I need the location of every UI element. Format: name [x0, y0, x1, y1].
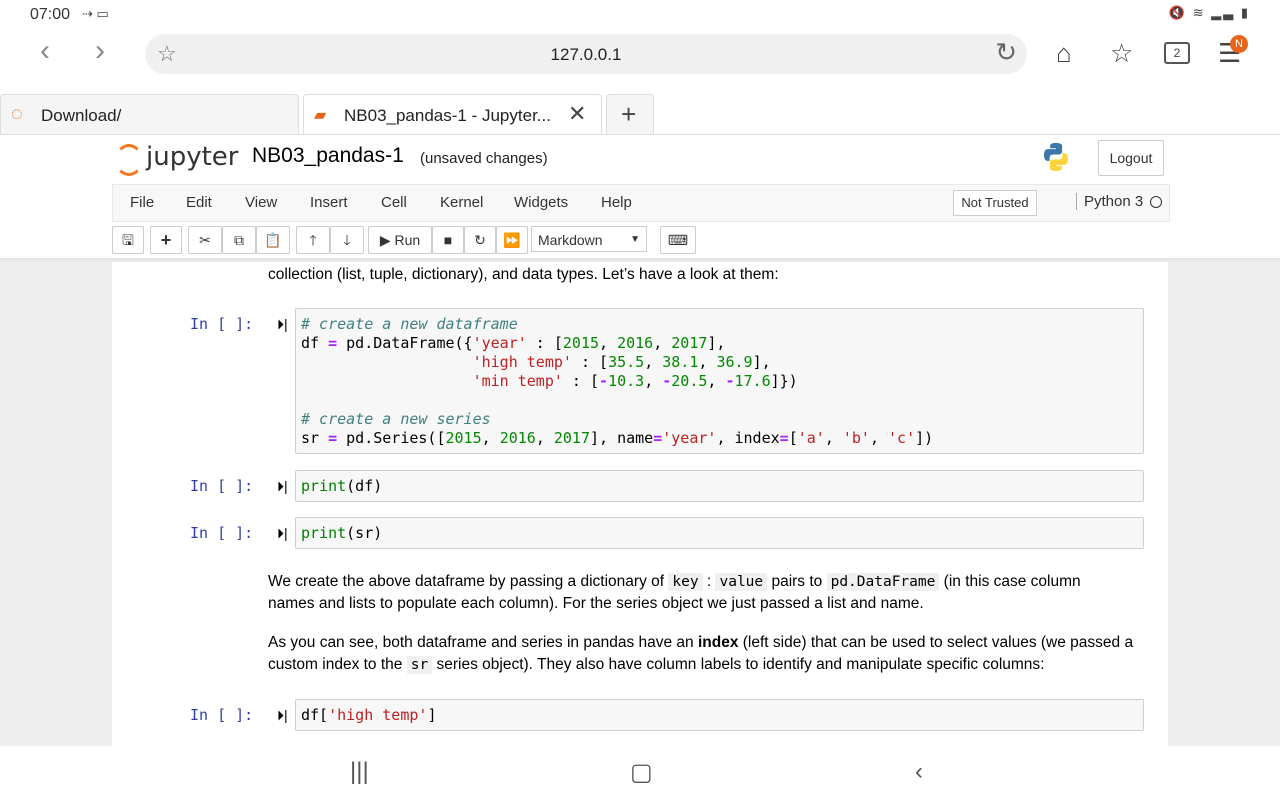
- jupyter-logo-text[interactable]: jupyter: [146, 142, 238, 172]
- menu-file[interactable]: File: [130, 194, 154, 211]
- home-icon[interactable]: ⌂: [1056, 38, 1072, 69]
- status-system-icons: 🔇 ≋ ▂▃ ▮: [1168, 5, 1250, 20]
- status-time: 07:00: [30, 6, 71, 23]
- move-up-icon[interactable]: 🡑: [296, 226, 330, 254]
- inline-code: sr: [406, 656, 433, 674]
- menu-widgets[interactable]: Widgets: [514, 194, 568, 211]
- run-cell-icon[interactable]: ⏵|: [277, 525, 288, 542]
- code-cell-print-sr[interactable]: print(sr): [295, 517, 1144, 549]
- python-logo-icon: [1044, 143, 1068, 171]
- dropdown-arrow-icon: ▼: [630, 234, 640, 245]
- tab-download[interactable]: ◌ Download/: [0, 94, 299, 135]
- cell-prompt: In [ ]:: [190, 477, 254, 495]
- restart-icon[interactable]: ↻: [464, 226, 496, 254]
- trust-button[interactable]: Not Trusted: [953, 190, 1037, 216]
- forward-icon[interactable]: ›: [95, 34, 105, 68]
- logout-button[interactable]: Logout: [1098, 140, 1164, 176]
- url-text[interactable]: 127.0.0.1: [145, 45, 1027, 65]
- kernel-idle-icon: [1150, 196, 1162, 208]
- tab-download-label: Download/: [41, 106, 122, 125]
- jupyter-logo-icon[interactable]: [115, 144, 143, 176]
- run-cell-icon[interactable]: ⏵|: [277, 707, 288, 724]
- markdown-dataframe-explanation[interactable]: We create the above dataframe by passing…: [268, 571, 1128, 615]
- cell-type-select[interactable]: Markdown ▼: [531, 226, 647, 252]
- run-label: Run: [394, 232, 421, 248]
- copy-icon[interactable]: ⧉: [222, 226, 256, 254]
- bookmarks-icon[interactable]: ☆: [1110, 38, 1133, 69]
- status-notification-icons: ⇢ ▭: [82, 6, 109, 21]
- menu-cell[interactable]: Cell: [381, 194, 407, 211]
- menu-kernel[interactable]: Kernel: [440, 194, 483, 211]
- cut-icon[interactable]: ✂: [188, 226, 222, 254]
- menu-insert[interactable]: Insert: [310, 194, 348, 211]
- code-text: print(sr): [301, 524, 383, 542]
- menu-help[interactable]: Help: [601, 194, 632, 211]
- code-cell-high-temp[interactable]: df['high temp']: [295, 699, 1144, 731]
- kernel-name[interactable]: Python 3: [1076, 193, 1143, 210]
- address-bar[interactable]: ☆ 127.0.0.1 ↻: [145, 34, 1027, 74]
- code-cell-print-df[interactable]: print(df): [295, 470, 1144, 502]
- loading-icon: ◌: [11, 103, 23, 125]
- new-tab-button[interactable]: +: [606, 94, 654, 135]
- md-text: series object). They also have column la…: [432, 656, 1045, 673]
- md-text: As you can see, both dataframe and serie…: [268, 634, 698, 651]
- run-button[interactable]: ▶ Run: [368, 226, 432, 254]
- recent-apps-icon[interactable]: |||: [350, 758, 369, 786]
- markdown-index-explanation[interactable]: As you can see, both dataframe and serie…: [268, 632, 1138, 676]
- save-icon[interactable]: 🖫: [112, 226, 144, 254]
- restart-run-all-icon[interactable]: ⏩: [496, 226, 528, 254]
- tab-notebook-label: NB03_pandas-1 - Jupyter...: [344, 106, 551, 125]
- insert-cell-icon[interactable]: +: [150, 226, 182, 254]
- back-icon[interactable]: ‹: [40, 34, 50, 68]
- cell-prompt: In [ ]:: [190, 524, 254, 542]
- markdown-intro[interactable]: collection (list, tuple, dictionary), an…: [268, 264, 779, 286]
- code-comment: # create a new dataframe: [301, 315, 518, 333]
- code-cell-dataframe[interactable]: # create a new dataframe df = pd.DataFra…: [295, 308, 1144, 454]
- cell-type-value: Markdown: [538, 232, 603, 248]
- menu-view[interactable]: View: [245, 194, 277, 211]
- code-comment: # create a new series: [301, 410, 491, 428]
- status-bar: 07:00 ⇢ ▭ 🔇 ≋ ▂▃ ▮: [0, 0, 1280, 28]
- close-tab-icon[interactable]: ✕: [568, 101, 586, 127]
- run-cell-icon[interactable]: ⏵|: [277, 478, 288, 495]
- save-status: (unsaved changes): [420, 150, 548, 167]
- move-down-icon[interactable]: 🡓: [330, 226, 364, 254]
- plus-icon: +: [621, 99, 637, 129]
- cell-prompt: In [ ]:: [190, 315, 254, 333]
- code-text: df['high temp']: [301, 706, 437, 724]
- notebook-title[interactable]: NB03_pandas-1: [252, 144, 404, 168]
- md-text: :: [702, 573, 716, 590]
- tab-strip-divider: [0, 134, 1280, 135]
- tabs-count-icon[interactable]: 2: [1164, 42, 1190, 64]
- menu-badge: N: [1230, 35, 1248, 53]
- reload-icon[interactable]: ↻: [995, 37, 1017, 68]
- paste-icon[interactable]: 📋: [256, 226, 290, 254]
- code-text: print(df): [301, 477, 383, 495]
- back-nav-icon[interactable]: ‹: [915, 758, 923, 786]
- run-cell-icon[interactable]: ⏵|: [277, 316, 288, 333]
- notebook-favicon-icon: ▰: [314, 107, 327, 124]
- run-icon: ▶: [379, 232, 391, 248]
- interrupt-icon[interactable]: ■: [432, 226, 464, 254]
- cell-prompt: In [ ]:: [190, 706, 254, 724]
- md-text: We create the above dataframe by passing…: [268, 573, 669, 590]
- menu-edit[interactable]: Edit: [186, 194, 212, 211]
- tab-notebook[interactable]: ▰ NB03_pandas-1 - Jupyter... ✕: [303, 94, 602, 135]
- md-text: pairs to: [767, 573, 827, 590]
- inline-code: key: [668, 573, 703, 591]
- home-nav-icon[interactable]: ▢: [630, 758, 653, 787]
- inline-code: pd.DataFrame: [826, 573, 940, 591]
- inline-code: value: [715, 573, 768, 591]
- md-bold: index: [697, 634, 739, 651]
- keyboard-icon[interactable]: ⌨: [660, 226, 696, 254]
